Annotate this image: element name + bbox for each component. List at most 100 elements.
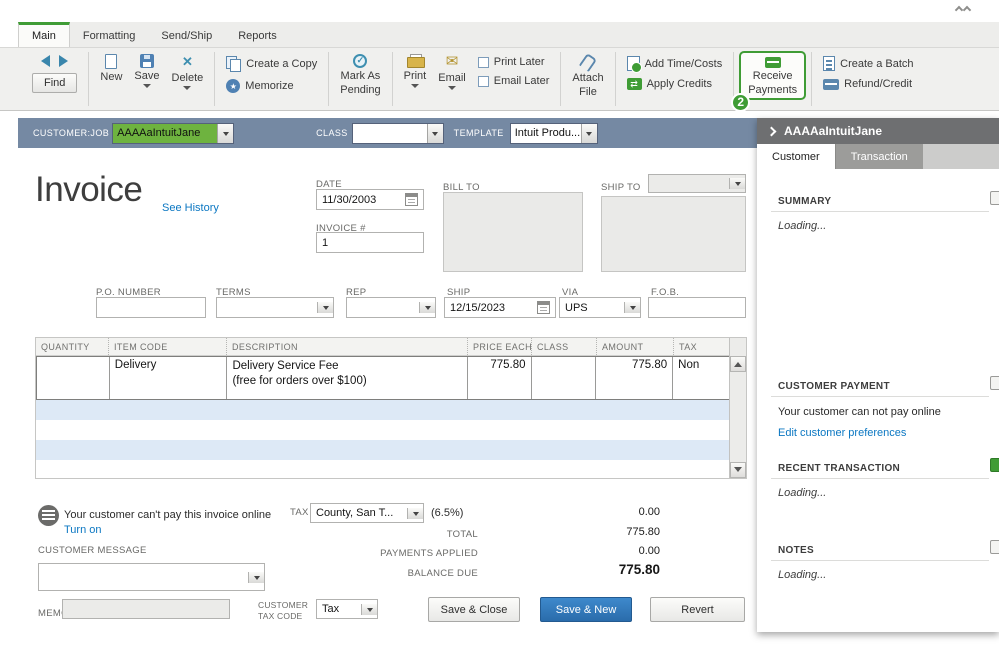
tax-caret-icon[interactable] (407, 507, 423, 519)
tab-formatting[interactable]: Formatting (70, 22, 149, 47)
rep-caret-icon[interactable] (419, 302, 435, 313)
panel-tab-customer[interactable]: Customer (757, 144, 835, 169)
cell-amount[interactable]: 775.80 (595, 357, 672, 399)
ship-to-box[interactable] (601, 196, 746, 272)
save-new-button[interactable]: Save & New (540, 597, 632, 622)
print-dropdown-caret-icon[interactable] (410, 84, 419, 92)
class-caret-icon[interactable] (426, 123, 443, 143)
customer-message-selector[interactable] (38, 563, 265, 591)
print-later-checkbox-box[interactable] (477, 56, 489, 68)
class-label: CLASS (316, 128, 348, 138)
tax-label: TAX (290, 507, 309, 518)
cell-tax[interactable]: Non (672, 357, 729, 399)
see-history-link[interactable]: See History (162, 202, 219, 214)
tax-selector[interactable]: County, San T... (310, 503, 424, 523)
empty-line-row[interactable] (36, 420, 730, 440)
cell-quantity[interactable] (37, 357, 109, 399)
template-caret-icon[interactable] (580, 123, 597, 143)
notes-edit-icon[interactable] (990, 540, 999, 554)
customer-job-selector[interactable]: AAAAaIntuitJane (112, 122, 235, 144)
empty-line-row[interactable] (36, 460, 730, 480)
refund-credit-button[interactable]: Refund/Credit (823, 78, 913, 90)
forward-arrow-icon[interactable] (59, 55, 69, 67)
scroll-up-button[interactable] (730, 356, 746, 372)
back-arrow-icon[interactable] (41, 55, 51, 67)
terms-selector[interactable] (216, 297, 334, 318)
class-selector[interactable] (351, 122, 444, 144)
apply-credits-icon (626, 78, 642, 90)
scroll-down-icon (734, 467, 742, 476)
customer-message-caret-icon[interactable] (248, 571, 264, 583)
cell-description[interactable]: Delivery Service Fee (free for orders ov… (226, 357, 466, 399)
print-later-checkbox[interactable]: Print Later (477, 56, 550, 68)
save-dropdown-caret-icon[interactable] (142, 84, 151, 92)
apply-credits-button[interactable]: Apply Credits (626, 78, 723, 90)
template-selector[interactable]: Intuit Produ... (509, 122, 598, 144)
email-button[interactable]: Email (432, 48, 472, 94)
table-scrollbar[interactable] (729, 338, 746, 478)
summary-edit-icon[interactable] (990, 191, 999, 205)
chevron-up-icon (962, 5, 972, 15)
via-selector[interactable]: UPS (559, 297, 641, 318)
email-label: Email (438, 72, 466, 84)
cell-price-each[interactable]: 775.80 (466, 357, 531, 399)
save-close-button[interactable]: Save & Close (428, 597, 520, 622)
new-button[interactable]: New (94, 48, 128, 83)
tab-reports[interactable]: Reports (225, 22, 290, 47)
customer-tax-code-selector[interactable]: Tax (316, 599, 378, 619)
email-dropdown-caret-icon[interactable] (447, 86, 456, 94)
scroll-down-button[interactable] (730, 462, 746, 478)
print-later-label: Print Later (493, 56, 545, 68)
memorize-button[interactable]: Memorize (226, 79, 317, 93)
create-copy-button[interactable]: Create a Copy (226, 56, 317, 72)
panel-tab-transaction[interactable]: Transaction (834, 144, 923, 169)
rep-selector[interactable] (346, 297, 436, 318)
ship-to-caret-icon[interactable] (729, 178, 745, 189)
create-batch-button[interactable]: Create a Batch (823, 56, 914, 71)
later-checkbox-group: Print Later Email Later (472, 48, 556, 87)
email-later-checkbox[interactable]: Email Later (477, 75, 549, 87)
tab-main[interactable]: Main (18, 22, 70, 47)
tab-send-ship[interactable]: Send/Ship (148, 22, 225, 47)
delete-button[interactable]: Delete (166, 48, 210, 94)
memo-input[interactable] (62, 599, 230, 619)
ship-to-selector[interactable] (648, 174, 746, 193)
cell-item-code[interactable]: Delivery (108, 357, 227, 399)
delete-dropdown-caret-icon[interactable] (183, 86, 192, 94)
cell-class[interactable] (530, 357, 596, 399)
line-item-row[interactable]: Delivery Delivery Service Fee (free for … (36, 356, 730, 400)
date-field[interactable]: 11/30/2003 (316, 189, 424, 210)
bill-to-box[interactable] (443, 192, 583, 272)
ship-date-field[interactable]: 12/15/2023 (444, 297, 556, 318)
new-document-icon (105, 54, 118, 69)
invoice-number-field[interactable]: 1 (316, 232, 424, 253)
receive-payments-button[interactable]: Receive Payments 2 (731, 51, 807, 113)
add-time-costs-button[interactable]: Add Time/Costs (626, 56, 722, 73)
revert-button[interactable]: Revert (650, 597, 745, 622)
via-caret-icon[interactable] (624, 302, 640, 313)
calendar-icon[interactable] (405, 193, 418, 206)
find-button[interactable]: Find (32, 73, 78, 93)
customer-tax-code-caret-icon[interactable] (361, 603, 377, 615)
terms-caret-icon[interactable] (317, 302, 333, 313)
po-number-field[interactable] (96, 297, 206, 318)
calendar-icon[interactable] (537, 301, 550, 314)
panel-collapse-chevron-icon[interactable] (766, 126, 777, 136)
payments-applied-label: PAYMENTS APPLIED (380, 548, 478, 559)
toolbar-separator (88, 52, 90, 106)
template-label: TEMPLATE (453, 128, 504, 138)
customer-payment-edit-icon[interactable] (990, 376, 999, 390)
recent-transaction-filter-icon[interactable] (990, 458, 999, 472)
turn-on-link[interactable]: Turn on (64, 524, 102, 536)
fob-field[interactable] (648, 297, 746, 318)
collapse-ribbon-icon[interactable] (954, 3, 975, 18)
customer-job-caret-icon[interactable] (217, 123, 234, 143)
save-button[interactable]: Save (128, 48, 165, 92)
email-later-checkbox-box[interactable] (477, 75, 489, 87)
empty-line-row[interactable] (36, 400, 730, 420)
edit-customer-preferences-link[interactable]: Edit customer preferences (778, 427, 906, 439)
empty-line-row[interactable] (36, 440, 730, 460)
print-button[interactable]: Print (398, 48, 433, 92)
mark-as-pending-button[interactable]: Mark As Pending (334, 48, 386, 96)
attach-file-button[interactable]: Attach File (566, 48, 609, 98)
